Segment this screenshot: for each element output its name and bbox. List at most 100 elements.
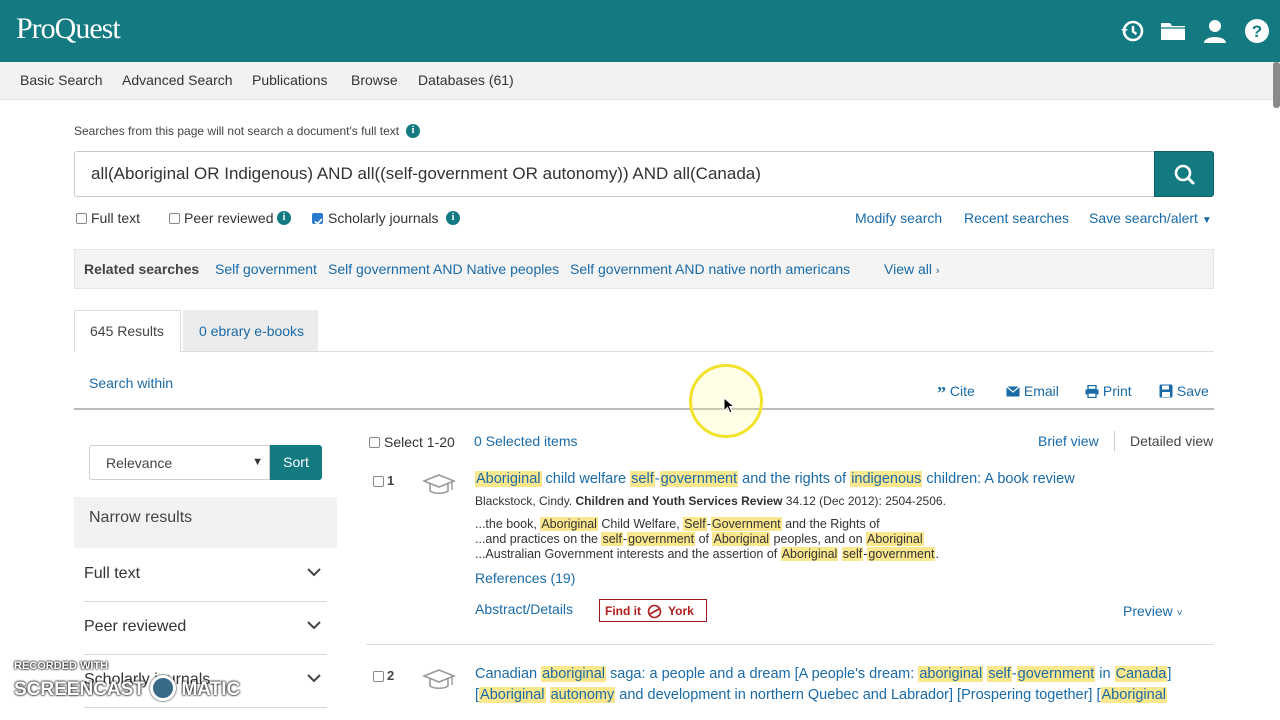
save-search-alert-link[interactable]: Save search/alert ▼ <box>1089 210 1212 226</box>
highlighted-term: government <box>1016 666 1096 682</box>
brief-view-link[interactable]: Brief view <box>1038 433 1099 449</box>
info-icon[interactable]: i <box>277 211 291 225</box>
screencast-watermark: RECORDED WITH SCREENCAST MATIC <box>14 660 240 701</box>
find-it-button[interactable]: Find it York <box>599 599 707 622</box>
print-button[interactable]: Print <box>1085 383 1132 399</box>
facet-peer-reviewed[interactable]: Peer reviewed <box>84 602 327 655</box>
highlighted-term: Aboriginal <box>479 687 546 703</box>
result-author: Blackstock, Cindy. <box>475 494 573 508</box>
scholarly-journal-icon <box>422 474 456 495</box>
nav-browse[interactable]: Browse <box>351 72 398 88</box>
tab-ebooks-label: 0 ebrary e-books <box>199 323 305 339</box>
sort-select[interactable]: Relevance ▼ <box>89 445 270 480</box>
result-snippet: ...Australian Government interests and t… <box>475 547 939 562</box>
highlighted-term: government <box>659 471 739 487</box>
references-link[interactable]: References (19) <box>475 570 575 586</box>
history-icon[interactable] <box>1117 16 1147 46</box>
info-icon[interactable]: i <box>406 124 420 138</box>
related-searches-label: Related searches <box>84 261 200 277</box>
scholarly-journals-checkbox[interactable] <box>312 213 323 226</box>
view-separator <box>1114 431 1115 451</box>
highlighted-term: self <box>841 547 864 561</box>
search-input[interactable]: all(Aboriginal OR Indigenous) AND all((s… <box>74 151 1155 197</box>
checkmark-icon <box>314 218 323 226</box>
highlighted-term: Government <box>710 517 782 531</box>
nav-basic-search[interactable]: Basic Search <box>20 72 102 88</box>
info-icon[interactable]: i <box>446 211 460 225</box>
nav-publications[interactable]: Publications <box>252 72 328 88</box>
email-button[interactable]: Email <box>1006 383 1059 399</box>
page-scrollbar[interactable] <box>1273 62 1280 108</box>
highlighted-term: Self <box>683 517 707 531</box>
watermark-line2: SCREENCAST <box>14 679 145 700</box>
result-snippet: ...the book, Aboriginal Child Welfare, S… <box>475 517 880 532</box>
dropdown-arrow-icon: ▼ <box>252 456 263 468</box>
text-segment: child welfare <box>541 471 631 487</box>
nav-advanced-search[interactable]: Advanced Search <box>122 72 233 88</box>
save-button[interactable]: Save <box>1159 383 1209 399</box>
envelope-icon <box>1006 386 1020 397</box>
related-search-item[interactable]: Self government AND native north america… <box>570 261 850 277</box>
find-it-label: Find it <box>605 604 641 618</box>
related-search-item[interactable]: Self government AND Native peoples <box>328 261 559 277</box>
scholarly-journal-icon <box>422 669 456 690</box>
modify-search-link[interactable]: Modify search <box>855 210 942 226</box>
highlighted-term: Aboriginal <box>1100 687 1168 703</box>
preview-button[interactable]: Preview ˅ <box>1123 603 1183 619</box>
highlighted-term: Aboriginal <box>712 532 771 546</box>
highlighted-term: government <box>627 532 696 546</box>
highlighted-term: Canada <box>1114 666 1168 682</box>
chevron-right-icon: › <box>935 265 940 277</box>
cite-button[interactable]: ” Cite <box>937 383 975 404</box>
user-icon[interactable] <box>1200 16 1230 46</box>
peer-reviewed-checkbox[interactable] <box>169 213 180 224</box>
print-label: Print <box>1102 383 1132 399</box>
selected-items-link[interactable]: 0 Selected items <box>474 433 578 449</box>
text-segment: ...the book, <box>475 517 541 531</box>
full-text-checkbox[interactable] <box>76 213 87 224</box>
facet-full-text[interactable]: Full text <box>84 549 327 602</box>
york-logo-icon <box>647 604 662 619</box>
related-search-item[interactable]: Self government <box>215 261 317 277</box>
result-checkbox[interactable] <box>373 476 384 487</box>
result-title-link[interactable]: [Aboriginal autonomy and development in … <box>475 685 1168 706</box>
highlighted-term: Aboriginal <box>540 517 598 531</box>
proquest-logo[interactable]: ProQuest <box>16 12 121 46</box>
sort-button[interactable]: Sort <box>270 445 322 480</box>
text-segment: ...Australian Government interests and t… <box>475 547 781 561</box>
sort-selected: Relevance <box>106 455 173 471</box>
highlighted-term: aboriginal <box>541 666 606 682</box>
highlighted-term: self <box>630 471 655 487</box>
text-segment: children: A book review <box>922 471 1075 487</box>
folder-icon[interactable] <box>1158 16 1188 46</box>
result-checkbox[interactable] <box>373 671 384 682</box>
text-segment: of <box>695 532 713 546</box>
select-all-checkbox[interactable] <box>369 437 380 448</box>
result-title-link[interactable]: Canadian aboriginal saga: a people and a… <box>475 664 1171 685</box>
cite-label: Cite <box>949 383 975 399</box>
text-segment: in <box>1095 666 1115 682</box>
printer-icon <box>1085 384 1099 399</box>
view-all-link[interactable]: View all › <box>884 261 940 277</box>
result-journal: Children and Youth Services Review <box>575 494 783 508</box>
nav-databases[interactable]: Databases (61) <box>418 72 514 88</box>
select-range-label: Select 1-20 <box>384 434 455 450</box>
search-within-link[interactable]: Search within <box>89 375 173 391</box>
full-text-label: Full text <box>91 210 141 226</box>
search-button[interactable] <box>1154 151 1214 197</box>
abstract-details-link[interactable]: Abstract/Details <box>475 601 573 617</box>
detailed-view-label[interactable]: Detailed view <box>1130 433 1213 449</box>
text-segment: and the rights of <box>738 471 851 487</box>
chevron-down-icon: ˅ <box>1176 608 1183 619</box>
highlighted-term: Aboriginal <box>780 547 839 561</box>
scholarly-journals-label: Scholarly journals <box>328 210 439 226</box>
result-snippet: ...and practices on the self-government … <box>475 532 924 547</box>
narrow-results-heading: Narrow results <box>89 509 193 526</box>
find-it-institution: York <box>668 604 694 618</box>
recent-searches-link[interactable]: Recent searches <box>964 210 1069 226</box>
quote-icon: ” <box>937 383 946 403</box>
result-title-link[interactable]: Aboriginal child welfare self-government… <box>475 469 1075 490</box>
facet-label: Peer reviewed <box>84 618 187 635</box>
chevron-down-icon <box>307 621 321 630</box>
help-icon[interactable]: ? <box>1242 16 1272 46</box>
